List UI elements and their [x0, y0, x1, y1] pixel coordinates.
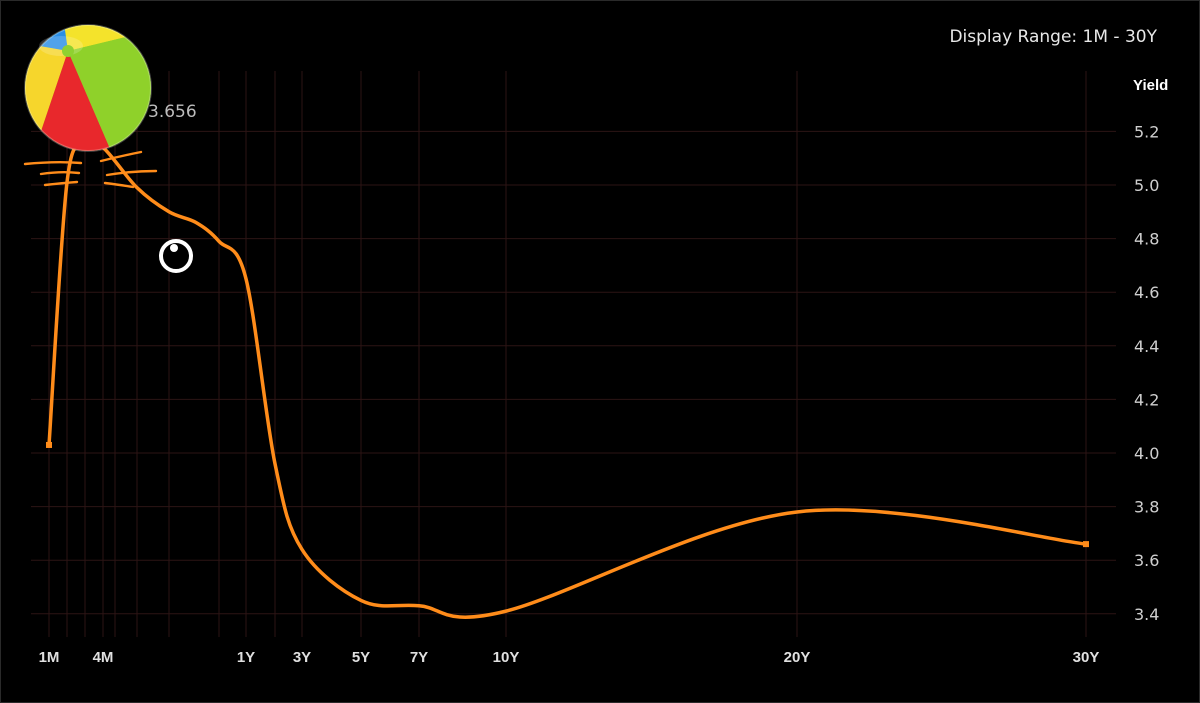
x-tick-label-7y: 7Y — [410, 649, 428, 666]
y-tick-label: 3.4 — [1134, 605, 1159, 624]
x-tick-label-30y: 30Y — [1073, 649, 1100, 666]
x-tick-label-20y: 20Y — [784, 649, 811, 666]
whisker-icon — [105, 169, 158, 177]
y-tick-label: 3.6 — [1134, 551, 1159, 570]
x-tick-label-3y: 3Y — [293, 649, 311, 666]
whisker-icon — [39, 171, 81, 176]
yield-curve-line[interactable] — [47, 139, 1088, 619]
x-tick-label-4m: 4M — [93, 649, 114, 666]
end-point-marker[interactable] — [1083, 541, 1089, 548]
beach-ball-cap — [62, 45, 74, 57]
y-tick-label: 4.4 — [1134, 337, 1159, 356]
start-point-marker[interactable] — [46, 441, 52, 448]
whisker-icon — [23, 161, 83, 166]
beach-ball-highlight — [39, 36, 83, 56]
y-tick-label: 5.2 — [1134, 122, 1159, 141]
chart-frame: Display Range: 1M - 30Y 3.4 3.6 3.8 4.0 4.2 4… — [0, 0, 1200, 703]
yield-curve-chart[interactable]: 3.4 3.6 3.8 4.0 4.2 4.4 4.6 4.8 5.0 5.2 Yield 1M 4M 1… — [1, 1, 1199, 702]
y-tick-label: 3.8 — [1134, 498, 1159, 517]
y-tick-label: 5.0 — [1134, 176, 1159, 195]
hover-value-label: 3.656 — [148, 102, 197, 122]
y-axis-title: Yield — [1133, 77, 1168, 94]
y-tick-label: 4.2 — [1134, 390, 1159, 409]
x-tick-label-1m: 1M — [39, 649, 60, 666]
x-tick-label-5y: 5Y — [352, 649, 370, 666]
y-tick-label: 4.6 — [1134, 283, 1159, 302]
x-tick-label-1y: 1Y — [237, 649, 255, 666]
y-tick-label: 4.8 — [1134, 230, 1159, 249]
eye-pupil-icon — [170, 244, 178, 252]
x-tick-label-10y: 10Y — [493, 649, 520, 666]
y-tick-label: 4.0 — [1134, 444, 1159, 463]
